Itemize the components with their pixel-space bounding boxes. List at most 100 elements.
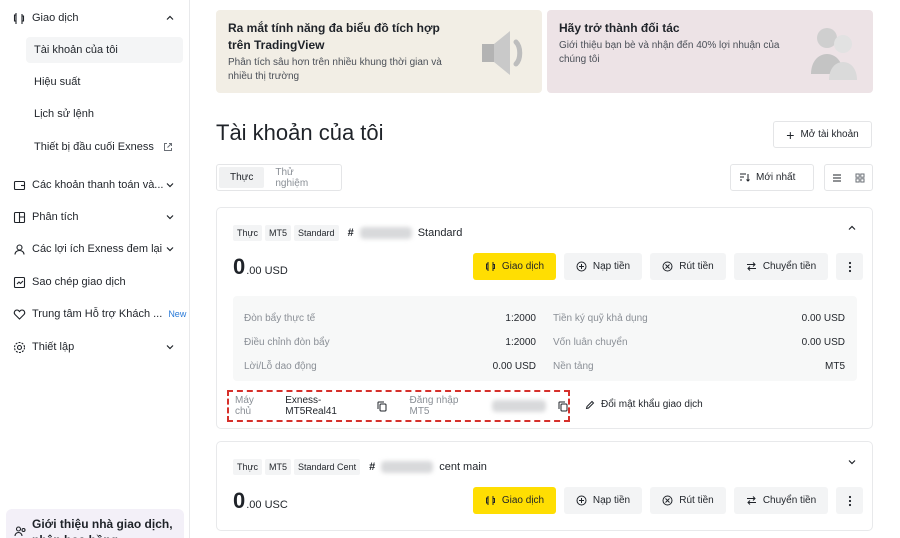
info-row: Lời/Lỗ dao động 0.00 USD: [244, 361, 536, 372]
banner-text: Giới thiệu bạn bè và nhận đến 40% lợi nh…: [559, 40, 780, 65]
account-actions: Giao dịch Nạp tiền Rút tiền Chuyển tiền: [473, 253, 871, 280]
sidebar-item-label: Các lợi ích Exness đem lại: [32, 243, 163, 255]
change-password-link[interactable]: Đổi mật khẩu giao dịch: [585, 399, 703, 410]
account-number-redacted: [381, 461, 434, 473]
deposit-button[interactable]: Nạp tiền: [564, 253, 642, 280]
open-account-button[interactable]: + Mở tài khoản: [773, 121, 872, 148]
trade-label: Giao dịch: [501, 495, 545, 506]
account-hash: #: [347, 227, 354, 239]
account-balance: 0 .00 USC: [233, 488, 288, 514]
info-row: Điều chỉnh đòn bẩy 1:2000: [244, 337, 536, 348]
trade-icon: [485, 495, 496, 506]
deposit-label: Nạp tiền: [592, 495, 631, 506]
sidebar-item-my-accounts[interactable]: Tài khoản của tôi: [26, 37, 183, 63]
gear-icon: [12, 340, 26, 354]
sidebar-item-label: Lịch sử lệnh: [34, 108, 94, 120]
deposit-icon: [576, 261, 587, 272]
list-icon: [832, 173, 842, 183]
page-title: Tài khoản của tôi: [216, 120, 384, 145]
info-row: Đòn bẩy thực tế 1:2000: [244, 313, 536, 324]
tradingview-banner[interactable]: Ra mắt tính năng đa biểu đồ tích hợp trê…: [216, 10, 542, 93]
balance-integer: 0: [233, 488, 246, 513]
info-label: Đòn bẩy thực tế: [244, 313, 316, 324]
grid-view-button[interactable]: [849, 165, 873, 190]
partner-banner[interactable]: Hãy trở thành đối tác Giới thiệu bạn bè …: [547, 10, 873, 93]
account-tag: Standard Cent: [294, 459, 361, 475]
list-view-button[interactable]: [825, 165, 849, 190]
account-name: Standard: [417, 227, 463, 239]
copy-trading-icon: [12, 275, 26, 289]
withdraw-icon: [662, 495, 673, 506]
sort-icon: [739, 172, 750, 183]
server-login-highlight: Máy chủ Exness-MT5Real41 Đăng nhập MT5: [227, 390, 570, 422]
info-value: 1:2000: [505, 313, 536, 324]
balance-decimal: .00 USC: [246, 499, 288, 511]
info-row: Tiền ký quỹ khả dụng 0.00 USD: [553, 313, 845, 324]
transfer-label: Chuyển tiền: [762, 261, 817, 272]
sort-dropdown[interactable]: Mới nhất: [730, 164, 814, 191]
sidebar-item-analysis[interactable]: Phân tích: [0, 204, 189, 230]
sidebar-item-label: Phân tích: [32, 211, 79, 223]
transfer-button[interactable]: Chuyển tiền: [734, 253, 828, 280]
sidebar-item-copy-trading[interactable]: Sao chép giao dịch: [0, 269, 189, 295]
chevron-down-icon: [165, 180, 175, 190]
account-actions: Giao dịch Nạp tiền Rút tiền Chuyển tiền: [473, 487, 871, 514]
sidebar-item-benefits[interactable]: Các lợi ích Exness đem lại: [0, 236, 189, 262]
more-options-button[interactable]: [836, 487, 863, 514]
tab-real[interactable]: Thực: [219, 167, 265, 188]
deposit-button[interactable]: Nạp tiền: [564, 487, 642, 514]
server-value: Exness-MT5Real41: [285, 395, 337, 417]
transfer-button[interactable]: Chuyển tiền: [734, 487, 828, 514]
banner-title: Ra mắt tính năng đa biểu đồ tích hợp trê…: [228, 21, 440, 52]
sidebar-item-settings[interactable]: Thiết lập: [0, 334, 189, 360]
account-tag: Standard: [294, 225, 339, 241]
info-value: MT5: [825, 361, 845, 372]
account-card: Thực MT5 Standard Cent # cent main 0 .00…: [216, 441, 873, 531]
sidebar-item-exness-terminal[interactable]: Thiết bị đầu cuối Exness: [26, 134, 183, 160]
account-tag: Thực: [233, 459, 263, 475]
chevron-down-icon: [165, 342, 175, 352]
referral-promo-text: Giới thiệu nhà giao dịch, nhận hoa hồng: [32, 517, 173, 538]
withdraw-button[interactable]: Rút tiền: [650, 253, 726, 280]
sidebar-item-label: Tài khoản của tôi: [34, 44, 118, 56]
withdraw-button[interactable]: Rút tiền: [650, 487, 726, 514]
info-value: 1:2000: [505, 337, 536, 348]
sidebar-item-trading[interactable]: Giao dịch: [0, 5, 189, 31]
info-label: Lời/Lỗ dao động: [244, 361, 317, 372]
balance-decimal: .00 USD: [246, 265, 288, 277]
view-toggle: [824, 164, 873, 191]
account-card: Thực MT5 Standard # Standard 0 .00 USD G…: [216, 207, 873, 429]
sidebar-item-label: Trung tâm Hỗ trợ Khách ...: [32, 308, 163, 320]
trade-button[interactable]: Giao dịch: [473, 253, 556, 280]
collapse-caret-icon[interactable]: [847, 223, 857, 233]
info-value: 0.00 USD: [492, 361, 536, 372]
partners-icon: [805, 22, 863, 84]
external-link-icon: [163, 142, 173, 152]
copy-icon[interactable]: [377, 401, 387, 412]
copy-icon[interactable]: [558, 401, 568, 412]
expand-caret-icon[interactable]: [847, 457, 857, 467]
sidebar-item-support-center[interactable]: Trung tâm Hỗ trợ Khách ... New: [0, 301, 189, 327]
open-account-label: Mở tài khoản: [800, 129, 859, 140]
more-options-button[interactable]: [836, 253, 863, 280]
server-label: Máy chủ: [235, 395, 254, 417]
account-tags: Thực MT5 Standard # Standard: [233, 225, 462, 241]
sidebar-item-payments[interactable]: Các khoản thanh toán và...: [0, 172, 189, 198]
sidebar-item-performance[interactable]: Hiệu suất: [26, 69, 183, 95]
account-name: cent main: [439, 461, 487, 473]
withdraw-icon: [662, 261, 673, 272]
trade-button[interactable]: Giao dịch: [473, 487, 556, 514]
sort-label: Mới nhất: [756, 172, 796, 183]
account-type-tabs: Thực Thử nghiệm: [216, 164, 342, 191]
account-tag: MT5: [265, 459, 292, 475]
tab-demo[interactable]: Thử nghiệm: [264, 167, 339, 189]
sidebar-item-label: Thiết lập: [32, 341, 75, 353]
account-number-redacted: [359, 227, 412, 239]
trade-label: Giao dịch: [501, 261, 545, 272]
referral-promo[interactable]: Giới thiệu nhà giao dịch, nhận hoa hồng: [6, 509, 184, 538]
withdraw-label: Rút tiền: [679, 261, 714, 272]
banner-text: Phân tích sâu hơn trên nhiều khung thời …: [228, 57, 442, 82]
trading-icon: [12, 11, 26, 25]
transfer-icon: [746, 495, 757, 506]
sidebar-item-order-history[interactable]: Lịch sử lệnh: [26, 101, 183, 127]
